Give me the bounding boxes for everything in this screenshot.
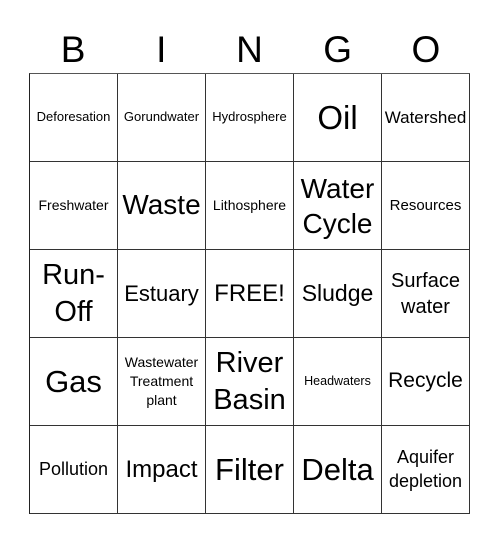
bingo-cell[interactable]: Recycle xyxy=(382,338,470,426)
cell-label: Surface water xyxy=(391,269,460,318)
bingo-cell[interactable]: Gas xyxy=(30,338,118,426)
header-letter-n: N xyxy=(236,29,263,70)
bingo-cell[interactable]: Lithosphere xyxy=(206,162,294,250)
bingo-header: B I N G O xyxy=(29,26,470,73)
cell-label: Waste xyxy=(122,189,201,221)
bingo-cell[interactable]: Impact xyxy=(118,426,206,514)
cell-label: Recycle xyxy=(388,369,463,393)
cell-label: Delta xyxy=(301,451,374,487)
bingo-cell[interactable]: Estuary xyxy=(118,250,206,338)
bingo-cell[interactable]: Surface water xyxy=(382,250,470,338)
cell-label: Water Cycle xyxy=(300,172,375,239)
cell-label: Watershed xyxy=(384,107,467,127)
cell-label: Lithosphere xyxy=(212,197,287,214)
bingo-cell[interactable]: Wastewater Treatment plant xyxy=(118,338,206,426)
free-space-cell[interactable]: FREE! xyxy=(206,250,294,338)
bingo-cell[interactable]: Delta xyxy=(294,426,382,514)
cell-label: Deforesation xyxy=(36,109,111,125)
bingo-cell[interactable]: River Basin xyxy=(206,338,294,426)
cell-label: River Basin xyxy=(213,347,286,416)
cell-label: Aquifer depletion xyxy=(388,447,463,491)
bingo-cell[interactable]: Freshwater xyxy=(30,162,118,250)
bingo-cell[interactable]: Waste xyxy=(118,162,206,250)
header-letter-i: I xyxy=(156,29,167,70)
cell-label: Oil xyxy=(317,98,358,136)
header-letter-g: G xyxy=(323,29,353,70)
cell-label: Run-Off xyxy=(42,259,105,328)
bingo-cell[interactable]: Deforesation xyxy=(30,74,118,162)
bingo-cell[interactable]: Run-Off xyxy=(30,250,118,338)
cell-label: Freshwater xyxy=(38,197,109,214)
cell-label: Estuary xyxy=(124,280,199,306)
cell-label: Resources xyxy=(389,196,462,214)
bingo-cell[interactable]: Oil xyxy=(294,74,382,162)
bingo-cell[interactable]: Filter xyxy=(206,426,294,514)
header-letter-o: O xyxy=(411,29,441,70)
bingo-card-grid: Deforesation Gorundwater Hydrosphere Oil… xyxy=(29,73,470,514)
cell-label: Impact xyxy=(125,455,198,483)
cell-label: Pollution xyxy=(38,459,109,480)
bingo-cell[interactable]: Hydrosphere xyxy=(206,74,294,162)
cell-label: Gas xyxy=(45,363,102,399)
bingo-cell[interactable]: Watershed xyxy=(382,74,470,162)
bingo-cell[interactable]: Water Cycle xyxy=(294,162,382,250)
bingo-cell[interactable]: Aquifer depletion xyxy=(382,426,470,514)
free-space-label: FREE! xyxy=(214,279,285,307)
bingo-cell[interactable]: Gorundwater xyxy=(118,74,206,162)
cell-label: Filter xyxy=(215,451,284,487)
cell-label: Hydrosphere xyxy=(212,109,287,125)
bingo-cell[interactable]: Pollution xyxy=(30,426,118,514)
cell-label: Wastewater Treatment plant xyxy=(124,354,199,408)
bingo-cell[interactable]: Sludge xyxy=(294,250,382,338)
bingo-cell[interactable]: Headwaters xyxy=(294,338,382,426)
cell-label: Gorundwater xyxy=(123,109,200,125)
cell-label: Sludge xyxy=(301,280,374,307)
header-letter-b: B xyxy=(60,29,86,70)
cell-label: Headwaters xyxy=(304,374,371,389)
bingo-cell[interactable]: Resources xyxy=(382,162,470,250)
